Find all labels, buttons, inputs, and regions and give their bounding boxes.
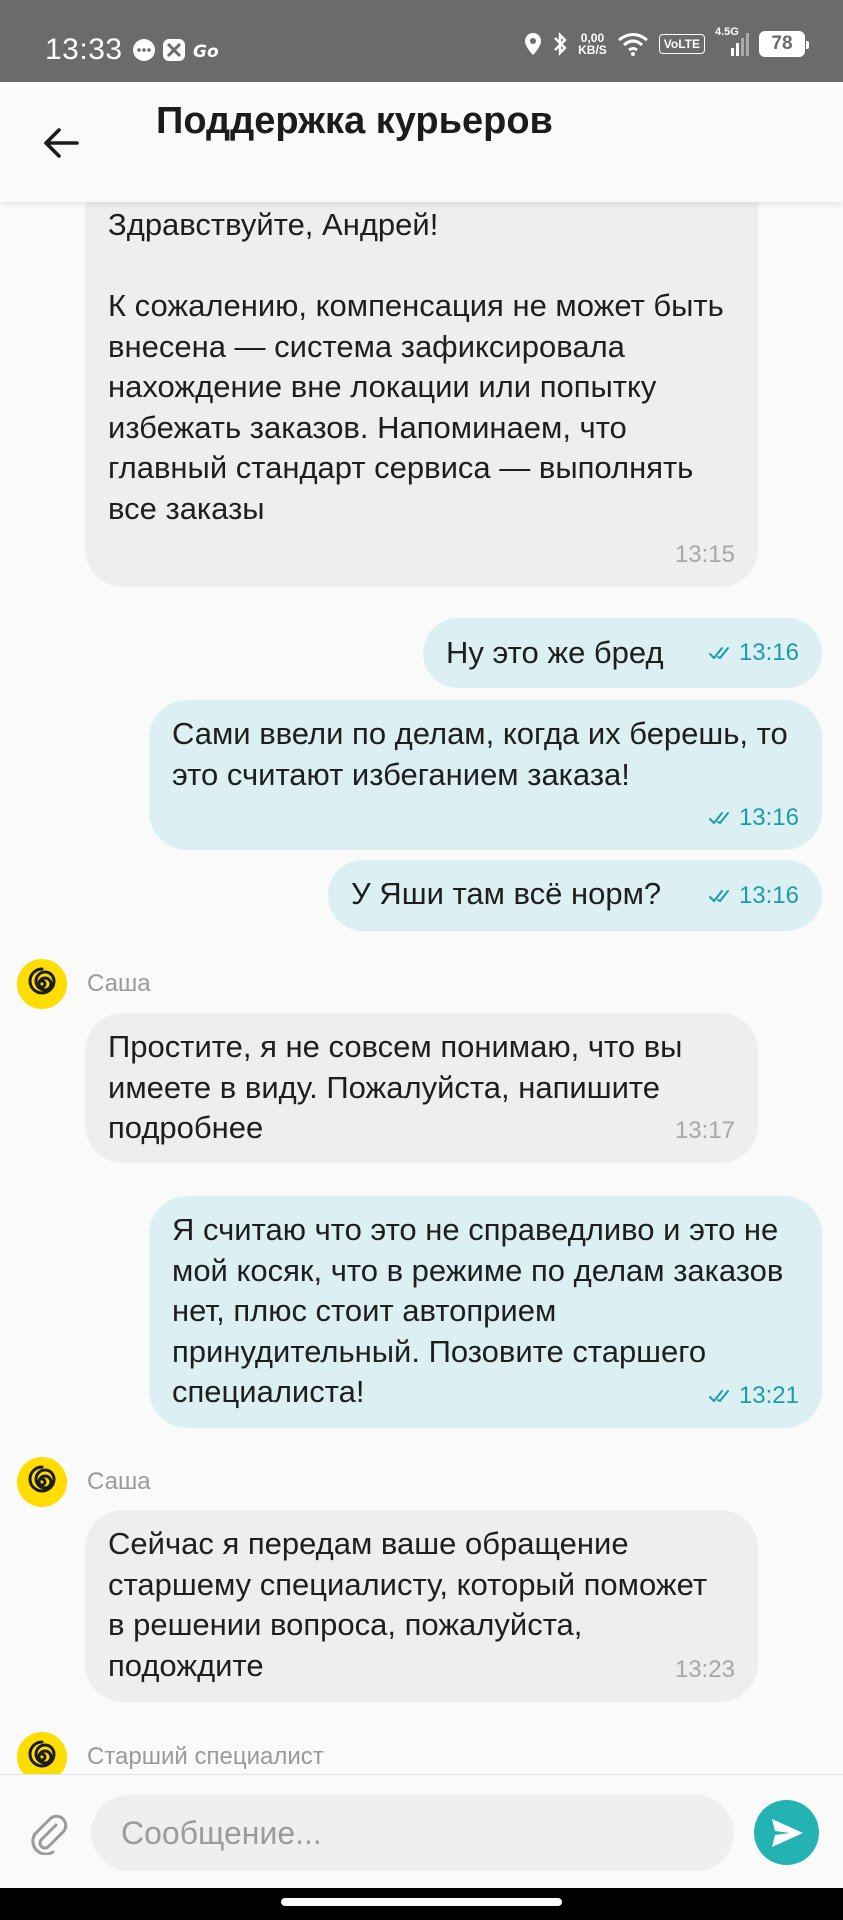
message-meta: 13:21 — [708, 1382, 799, 1409]
message-time: 13:21 — [738, 1382, 799, 1409]
signal: 4.5G — [715, 26, 749, 58]
status-right: 0,00 KB/S VoLTE 4.5G 78 — [524, 26, 809, 58]
spiral-logo-icon — [28, 1465, 56, 1493]
volte-badge: VoLTE — [658, 34, 705, 54]
chat-notification-icon — [133, 39, 155, 61]
message-outgoing: У Яши там всё норм? 13:16 — [328, 860, 822, 931]
message-time: 13:17 — [674, 1117, 735, 1144]
avatar — [17, 959, 67, 1009]
go-notification-icon: Go — [193, 42, 218, 62]
message-meta: 13:17 — [675, 1119, 735, 1143]
message-outgoing: Ну это же бред 13:16 — [423, 618, 822, 688]
message-incoming: Сейчас я передам ваше обращение старшему… — [85, 1510, 758, 1702]
message-incoming: Простите, я не совсем понимаю, что вы им… — [85, 1013, 758, 1163]
app-notification-icon — [163, 39, 185, 61]
sender-header: Саша — [17, 1457, 151, 1507]
message-outgoing: Я считаю что это не справедливо и это не… — [149, 1196, 822, 1428]
status-bar: 13:33 Go 0,00 KB/S VoLTE 4.5G 78 — [0, 0, 843, 82]
message-time: 13:23 — [674, 1656, 735, 1683]
wifi-icon — [617, 33, 648, 56]
double-check-icon — [708, 812, 729, 825]
system-navigation-bar — [0, 1888, 843, 1920]
message-meta: 13:23 — [675, 1658, 735, 1682]
message-meta: 13:16 — [708, 804, 799, 831]
avatar — [17, 1457, 67, 1507]
sender-header: Саша — [17, 959, 151, 1009]
message-text: Я считаю что это не справедливо и это не… — [172, 1212, 784, 1409]
home-gesture-handle[interactable] — [281, 1898, 562, 1906]
double-check-icon — [708, 890, 729, 903]
message-text: Сами ввели по делам, когда их берешь, то… — [172, 716, 788, 792]
message-time: 13:15 — [674, 541, 735, 568]
message-text: Простите, я не совсем понимаю, что вы им… — [108, 1029, 683, 1145]
back-button[interactable] — [30, 112, 92, 174]
net-speed: 0,00 KB/S — [578, 32, 607, 56]
double-check-icon — [708, 1390, 729, 1403]
sender-name: Саша — [87, 970, 151, 997]
net-speed-unit: KB/S — [578, 43, 607, 57]
attach-button[interactable] — [26, 1811, 70, 1856]
signal-icon — [731, 33, 749, 56]
sender-name: Старший специалист — [87, 1743, 324, 1770]
paperclip-icon — [31, 1814, 68, 1856]
svg-text:Go: Go — [193, 42, 218, 62]
chat-title: Поддержка курьеров — [156, 100, 553, 142]
double-check-icon — [708, 647, 729, 660]
status-time: 13:33 — [45, 33, 123, 66]
notification-icons: Go — [132, 38, 218, 62]
battery-icon: 78 — [759, 31, 809, 57]
chat-header: Поддержка курьеров — [0, 82, 843, 202]
message-text: Здравствуйте, Андрей! К сожалению, компе… — [108, 207, 724, 526]
message-time: 13:16 — [738, 804, 799, 831]
message-text: Сейчас я передам ваше обращение старшему… — [108, 1526, 708, 1683]
composer — [0, 1774, 843, 1888]
message-time: 13:16 — [738, 882, 799, 909]
spiral-logo-icon — [28, 1740, 56, 1768]
message-meta: 13:16 — [708, 639, 799, 666]
send-button[interactable] — [754, 1800, 819, 1865]
message-input[interactable] — [91, 1795, 734, 1871]
bluetooth-icon — [554, 32, 567, 56]
message-time: 13:16 — [738, 639, 799, 666]
message-incoming: Здравствуйте, Андрей! К сожалению, компе… — [85, 178, 758, 587]
spiral-logo-icon — [28, 967, 56, 995]
arrow-left-icon — [44, 128, 79, 158]
message-meta: 13:16 — [708, 882, 799, 909]
location-icon — [525, 33, 542, 55]
message-outgoing: Сами ввели по делам, когда их берешь, то… — [149, 700, 822, 850]
send-icon — [771, 1818, 803, 1847]
sender-name: Саша — [87, 1468, 151, 1495]
message-meta: 13:15 — [675, 543, 735, 567]
